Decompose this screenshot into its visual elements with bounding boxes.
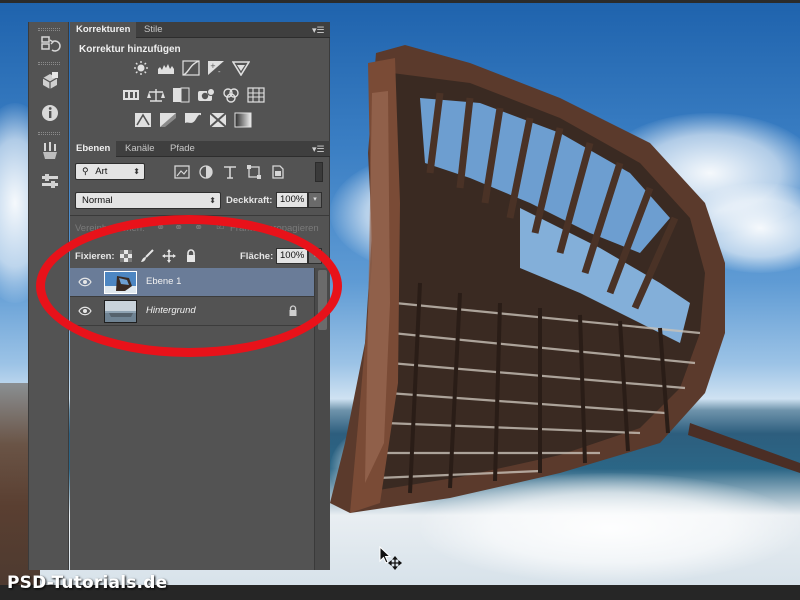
gradient-map-icon[interactable] bbox=[234, 112, 252, 128]
invert-icon[interactable] bbox=[134, 112, 152, 128]
filter-toggle-switch[interactable] bbox=[315, 162, 323, 182]
tab-pfade[interactable]: Pfade bbox=[164, 141, 201, 157]
dock-grip[interactable] bbox=[38, 62, 60, 65]
hue-saturation-icon[interactable] bbox=[122, 87, 140, 103]
color-lookup-icon[interactable] bbox=[247, 87, 265, 103]
spinner-arrows-icon: ⬍ bbox=[209, 196, 216, 205]
move-cursor-icon bbox=[379, 545, 403, 571]
tab-kanaele[interactable]: Kanäle bbox=[119, 141, 161, 157]
highlight-annotation-ellipse bbox=[36, 215, 342, 357]
corrections-heading: Korrektur hinzufügen bbox=[79, 44, 181, 55]
opacity-label: Deckkraft: bbox=[226, 195, 273, 206]
search-icon: ⚲ bbox=[82, 166, 89, 176]
spinner-arrows-icon: ⬍ bbox=[133, 167, 140, 176]
tab-ebenen[interactable]: Ebenen bbox=[70, 141, 117, 157]
color-balance-icon[interactable] bbox=[147, 87, 165, 103]
tab-korrekturen[interactable]: Korrekturen bbox=[70, 22, 137, 38]
shape-filter-icon[interactable] bbox=[246, 165, 262, 179]
black-white-icon[interactable] bbox=[172, 87, 190, 103]
svg-text:+: + bbox=[210, 62, 216, 70]
type-filter-icon[interactable] bbox=[222, 165, 238, 179]
panel-menu-icon[interactable]: ▾☰ bbox=[312, 25, 326, 35]
smart-object-filter-icon[interactable] bbox=[270, 165, 286, 179]
tool-presets-icon[interactable] bbox=[39, 170, 61, 192]
opacity-dropdown-button[interactable]: ▾ bbox=[308, 192, 322, 208]
channel-mixer-icon[interactable] bbox=[222, 87, 240, 103]
photo-filter-icon[interactable] bbox=[197, 87, 215, 103]
opacity-input[interactable]: 100% bbox=[276, 192, 308, 208]
dock-grip[interactable] bbox=[38, 132, 60, 135]
panel-menu-icon[interactable]: ▾☰ bbox=[312, 144, 326, 154]
selective-color-icon[interactable] bbox=[209, 112, 227, 128]
watermark: PSD-Tutorials.de bbox=[7, 573, 168, 593]
history-icon[interactable] bbox=[39, 34, 61, 56]
brushes-icon[interactable] bbox=[39, 140, 61, 162]
layers-tabbar: Ebenen Kanäle Pfade ▾☰ bbox=[70, 141, 330, 157]
exposure-icon[interactable]: + - bbox=[207, 60, 225, 76]
blend-mode-dropdown[interactable]: Normal ⬍ bbox=[75, 192, 221, 209]
info-icon[interactable] bbox=[39, 102, 61, 124]
blend-mode-value: Normal bbox=[82, 195, 113, 206]
layer-filter-dropdown[interactable]: ⚲ Art ⬍ bbox=[75, 163, 145, 180]
levels-icon[interactable] bbox=[157, 60, 175, 76]
posterize-icon[interactable] bbox=[159, 112, 177, 128]
tab-stile[interactable]: Stile bbox=[138, 22, 168, 38]
adjustment-filter-icon[interactable] bbox=[198, 165, 214, 179]
corrections-tabbar: Korrekturen Stile ▾☰ bbox=[70, 22, 330, 38]
3d-material-icon[interactable] bbox=[39, 70, 61, 92]
dock-grip[interactable] bbox=[38, 28, 60, 31]
brightness-contrast-icon[interactable] bbox=[132, 60, 150, 76]
threshold-icon[interactable] bbox=[184, 112, 202, 128]
pixel-filter-icon[interactable] bbox=[174, 165, 190, 179]
filter-kind-label: Art bbox=[95, 166, 108, 177]
vibrance-icon[interactable] bbox=[231, 60, 251, 77]
curves-icon[interactable] bbox=[182, 60, 200, 76]
